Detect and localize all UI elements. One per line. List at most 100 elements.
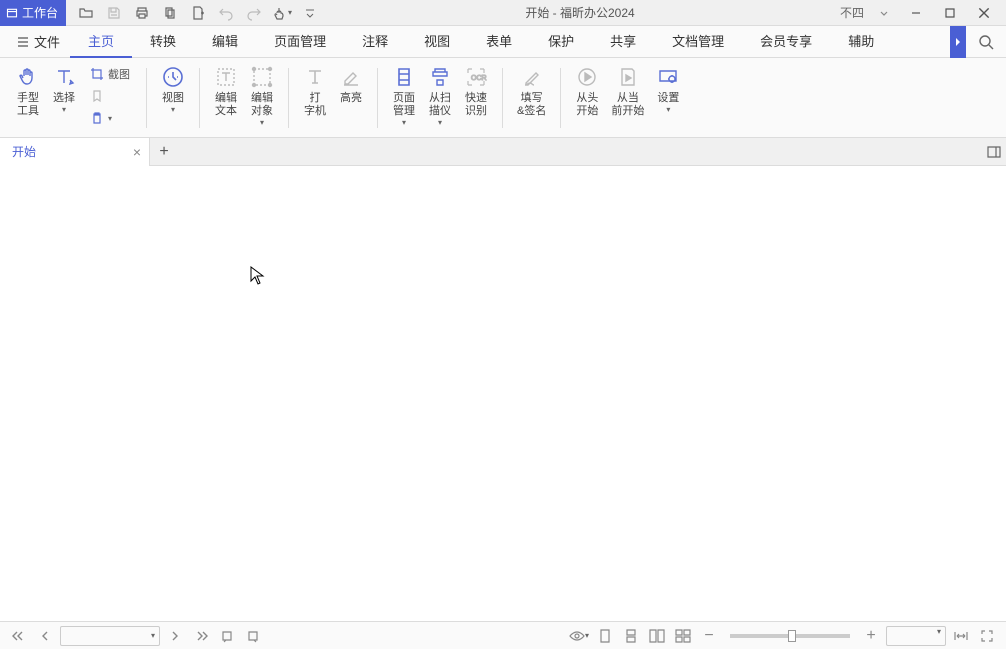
fit-width-button[interactable] [950,625,972,647]
menu-tab[interactable]: 主页 [70,26,132,58]
scanner-icon [429,64,451,90]
edit-object-label: 编辑对象 [251,92,273,118]
new-page-icon[interactable] [184,0,212,26]
from-start-button[interactable]: 从头开始 [569,62,605,132]
prev-page-button[interactable] [34,625,56,647]
highlight-icon [340,64,362,90]
highlight-label: 高亮 [340,92,362,105]
last-page-button[interactable] [190,625,212,647]
document-area[interactable] [0,166,1006,621]
quick-ocr-button[interactable]: OCR 快速识别 [458,62,494,132]
nav-forward-button[interactable] [242,625,264,647]
clipboard-icon [90,111,104,125]
zoom-handle[interactable] [788,630,796,642]
edit-text-label: 编辑文本 [215,92,237,118]
zoom-in-button[interactable]: + [860,625,882,647]
file-menu[interactable]: 文件 [6,32,70,51]
menu-tab[interactable]: 保护 [530,26,592,58]
page-input[interactable]: ▾ [60,626,160,646]
edit-object-icon [251,64,273,90]
menu-tab[interactable]: 会员专享 [742,26,830,58]
next-page-button[interactable] [164,625,186,647]
zoom-slider[interactable] [730,634,850,638]
hand-tool-button[interactable]: 手型工具 [10,62,46,132]
highlight-button[interactable]: 高亮 [333,62,369,132]
facing-continuous-button[interactable] [672,625,694,647]
view-label: 视图 [162,92,184,105]
from-scanner-button[interactable]: 从扫描仪 ▾ [422,62,458,132]
print-icon[interactable] [128,0,156,26]
page-mgmt-icon [393,64,415,90]
select-button[interactable]: 选择 ▾ [46,62,82,132]
maximize-button[interactable] [934,0,966,26]
menu-tab[interactable]: 表单 [468,26,530,58]
menu-tab[interactable]: 转换 [132,26,194,58]
workspace-label: 工作台 [22,4,58,21]
zoom-out-button[interactable]: − [698,625,720,647]
tab-label: 开始 [12,143,36,160]
menu-tab[interactable]: 辅助 [830,26,892,58]
read-mode-button[interactable]: ▾ [568,625,590,647]
menu-tab[interactable]: 文档管理 [654,26,742,58]
menu-scroll-right[interactable] [950,26,966,58]
edit-object-button[interactable]: 编辑对象 ▾ [244,62,280,132]
play-page-icon [617,64,639,90]
menu-tab[interactable]: 编辑 [194,26,256,58]
menu-tab[interactable]: 页面管理 [256,26,344,58]
user-label[interactable]: 不四 [836,4,868,21]
bookmark-button[interactable] [86,86,134,106]
first-page-button[interactable] [8,625,30,647]
cursor-icon [250,266,266,286]
undo-icon[interactable] [212,0,240,26]
menu-tab[interactable]: 注释 [344,26,406,58]
nav-back-button[interactable] [216,625,238,647]
save-icon[interactable] [100,0,128,26]
chevron-down-icon: ▾ [62,105,66,114]
typewriter-icon [304,64,326,90]
clipboard-button[interactable]: ▾ [86,108,134,128]
quick-ocr-label: 快速识别 [465,92,487,118]
from-scanner-label: 从扫描仪 [429,92,451,118]
chevron-down-icon: ▾ [438,118,442,127]
fill-sign-button[interactable]: 填写&签名 [511,62,552,132]
fullscreen-button[interactable] [976,625,998,647]
redo-icon[interactable] [240,0,268,26]
view-button[interactable]: 视图 ▾ [155,62,191,132]
bookmark-icon [90,89,104,103]
document-tab[interactable]: 开始 × [0,138,150,166]
file-menu-label: 文件 [34,32,60,51]
open-folder-icon[interactable] [72,0,100,26]
page-mgmt-label: 页面管理 [393,92,415,118]
tab-panel-icon[interactable] [986,144,1002,160]
facing-button[interactable] [646,625,668,647]
chevron-down-icon: ▾ [108,114,112,123]
ocr-icon: OCR [465,64,487,90]
continuous-button[interactable] [620,625,642,647]
menu-tab[interactable]: 共享 [592,26,654,58]
page-mgmt-button[interactable]: 页面管理 ▾ [386,62,422,132]
single-page-button[interactable] [594,625,616,647]
text-cursor-icon [53,64,75,90]
from-current-button[interactable]: 从当前开始 [605,62,650,132]
tab-close-icon[interactable]: × [133,144,141,160]
screenshot-button[interactable]: 截图 [86,64,134,84]
copy-icon[interactable] [156,0,184,26]
user-dropdown-icon[interactable] [870,0,898,26]
zoom-input[interactable]: ▾ [886,626,946,646]
play-icon [576,64,598,90]
window-title: 开始 - 福昕办公2024 [324,4,836,21]
settings-button[interactable]: 设置 ▾ [650,62,686,132]
typewriter-button[interactable]: 打字机 [297,62,333,132]
dropdown-icon[interactable] [296,0,324,26]
menu-tab[interactable]: 视图 [406,26,468,58]
svg-text:OCR: OCR [471,75,487,82]
from-start-label: 从头开始 [576,92,598,118]
search-icon[interactable] [972,29,1000,55]
hand-icon [17,64,39,90]
touch-icon[interactable]: ▾ [268,0,296,26]
new-tab-button[interactable]: + [150,138,178,166]
edit-text-button[interactable]: 编辑文本 [208,62,244,132]
minimize-button[interactable] [900,0,932,26]
close-button[interactable] [968,0,1000,26]
workspace-button[interactable]: 工作台 [0,0,66,26]
